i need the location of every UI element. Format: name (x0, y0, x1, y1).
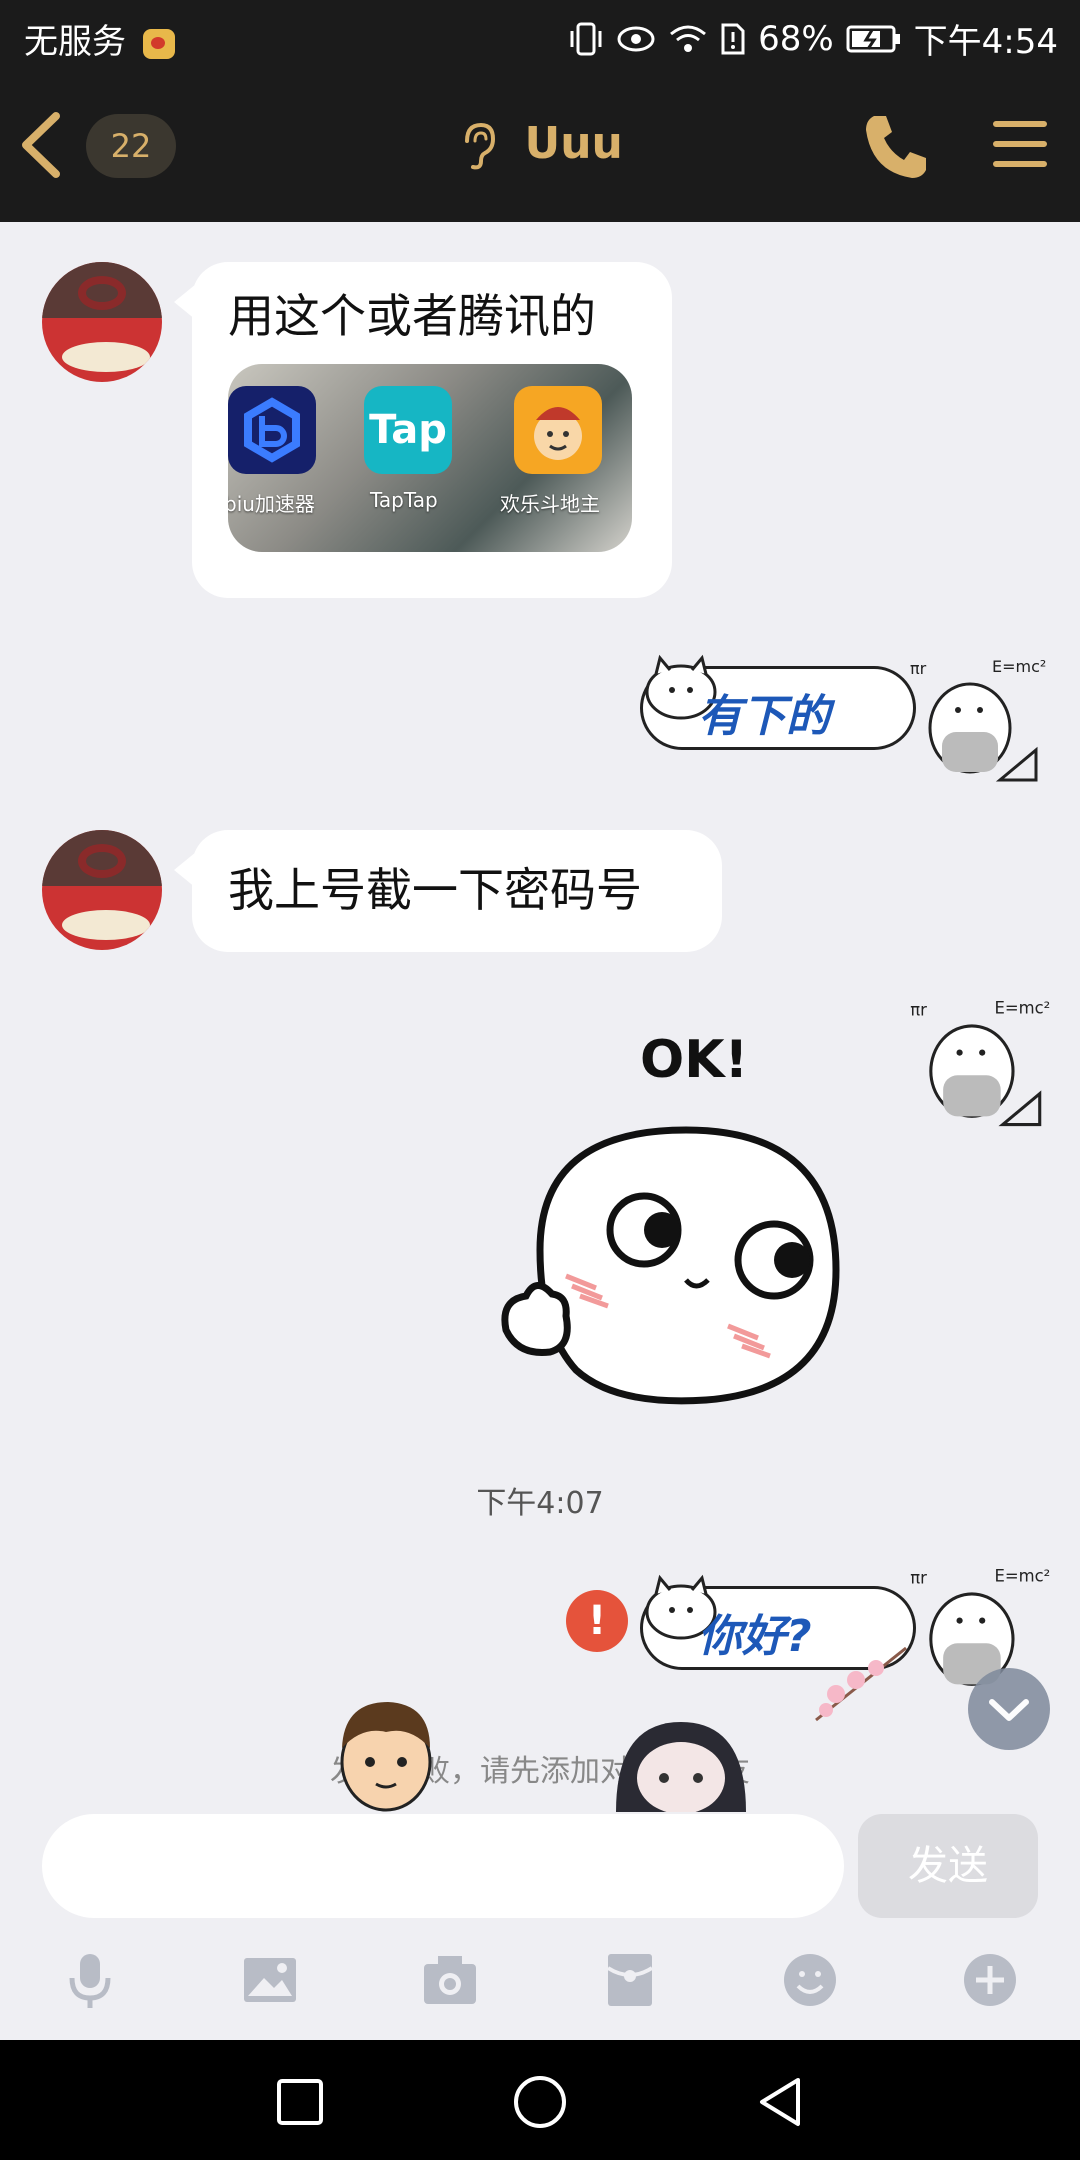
svg-text:E=mc²: E=mc² (995, 1567, 1050, 1586)
sim-alert-icon (721, 23, 745, 54)
message-bubble-apps[interactable]: 用这个或者腾讯的 biu加速器 Tap TapTap 欢乐斗地主 (174, 262, 672, 598)
app-label: TapTap (370, 488, 438, 512)
chat-header: 22 Uuu (0, 72, 1080, 222)
carrier-text: 无服务 (24, 22, 126, 62)
biu-app-icon (228, 386, 316, 474)
status-bar: 无服务 68% 下午4:54 (0, 0, 1080, 72)
phone-icon[interactable] (860, 110, 934, 184)
ok-sticker-text: OK! (640, 1030, 749, 1090)
ok-blob-sticker-icon (501, 1126, 840, 1405)
mic-icon[interactable] (60, 1950, 120, 2010)
eye-comfort-icon (617, 26, 655, 51)
sticker-text: 你好? (698, 1611, 812, 1662)
send-button[interactable]: 发送 (858, 1814, 1038, 1918)
recent-apps-icon[interactable] (276, 2078, 324, 2126)
message-text: 我上号截一下密码号 (228, 863, 642, 917)
svg-text:πr: πr (910, 1001, 927, 1020)
contact-avatar[interactable] (42, 262, 162, 382)
send-failed-icon[interactable]: ! (566, 1590, 628, 1652)
message-image[interactable]: biu加速器 Tap TapTap 欢乐斗地主 (228, 364, 632, 552)
ear-icon (465, 122, 496, 170)
plus-icon[interactable] (960, 1950, 1020, 2010)
message-text: 用这个或者腾讯的 (228, 289, 596, 343)
status-right: 68% 下午4:54 (568, 14, 1058, 63)
science-cat-sticker-icon: E=mc² πr (910, 657, 1046, 782)
scroll-to-bottom-button[interactable] (968, 1668, 1050, 1750)
message-input[interactable] (42, 1814, 844, 1918)
battery-percent: 68% (758, 18, 834, 59)
status-time: 下午4:54 (913, 22, 1058, 62)
battery-charging-icon (846, 25, 900, 52)
message-bubble[interactable]: 我上号截一下密码号 (174, 830, 722, 952)
camera-icon[interactable] (420, 1950, 480, 2010)
emoji-icon[interactable] (780, 1950, 840, 2010)
chat-title-text: Uuu (524, 118, 623, 169)
sticker-message[interactable]: 有下的 E=mc² πr (636, 644, 1046, 794)
ok-sticker[interactable]: OK! (496, 1030, 886, 1430)
sticker-text: 有下的 (698, 691, 830, 742)
chevron-down-icon (989, 1699, 1029, 1721)
doudizhu-app-icon (514, 386, 602, 474)
contact-avatar[interactable] (42, 830, 162, 950)
my-avatar-icon[interactable]: E=mc² πr (900, 992, 1050, 1142)
app-label: biu加速器 (228, 492, 315, 516)
menu-icon[interactable] (992, 116, 1048, 172)
svg-text:πr: πr (910, 659, 927, 678)
system-tip: 发送失败，请先添加对方为好友 (330, 1754, 750, 1789)
message-timestamp: 下午4:07 (476, 1486, 604, 1521)
home-icon[interactable] (512, 2074, 568, 2130)
app-label: 欢乐斗地主 (500, 492, 600, 516)
back-triangle-icon[interactable] (752, 2074, 808, 2130)
cartoon-girl-icon (616, 1722, 746, 1812)
taptap-app-icon: Tap (364, 386, 452, 474)
image-icon[interactable] (240, 1950, 300, 2010)
weibo-notification-icon (142, 28, 175, 59)
svg-text:πr: πr (910, 1569, 927, 1588)
red-packet-icon[interactable] (600, 1950, 660, 2010)
wifi-icon (670, 25, 707, 52)
vibrate-icon (570, 22, 602, 55)
system-nav-bar (0, 2040, 1080, 2160)
status-left: 无服务 (24, 14, 175, 63)
svg-text:E=mc²: E=mc² (992, 657, 1046, 676)
cartoon-boy-icon (340, 1702, 432, 1812)
svg-text:E=mc²: E=mc² (995, 999, 1050, 1018)
